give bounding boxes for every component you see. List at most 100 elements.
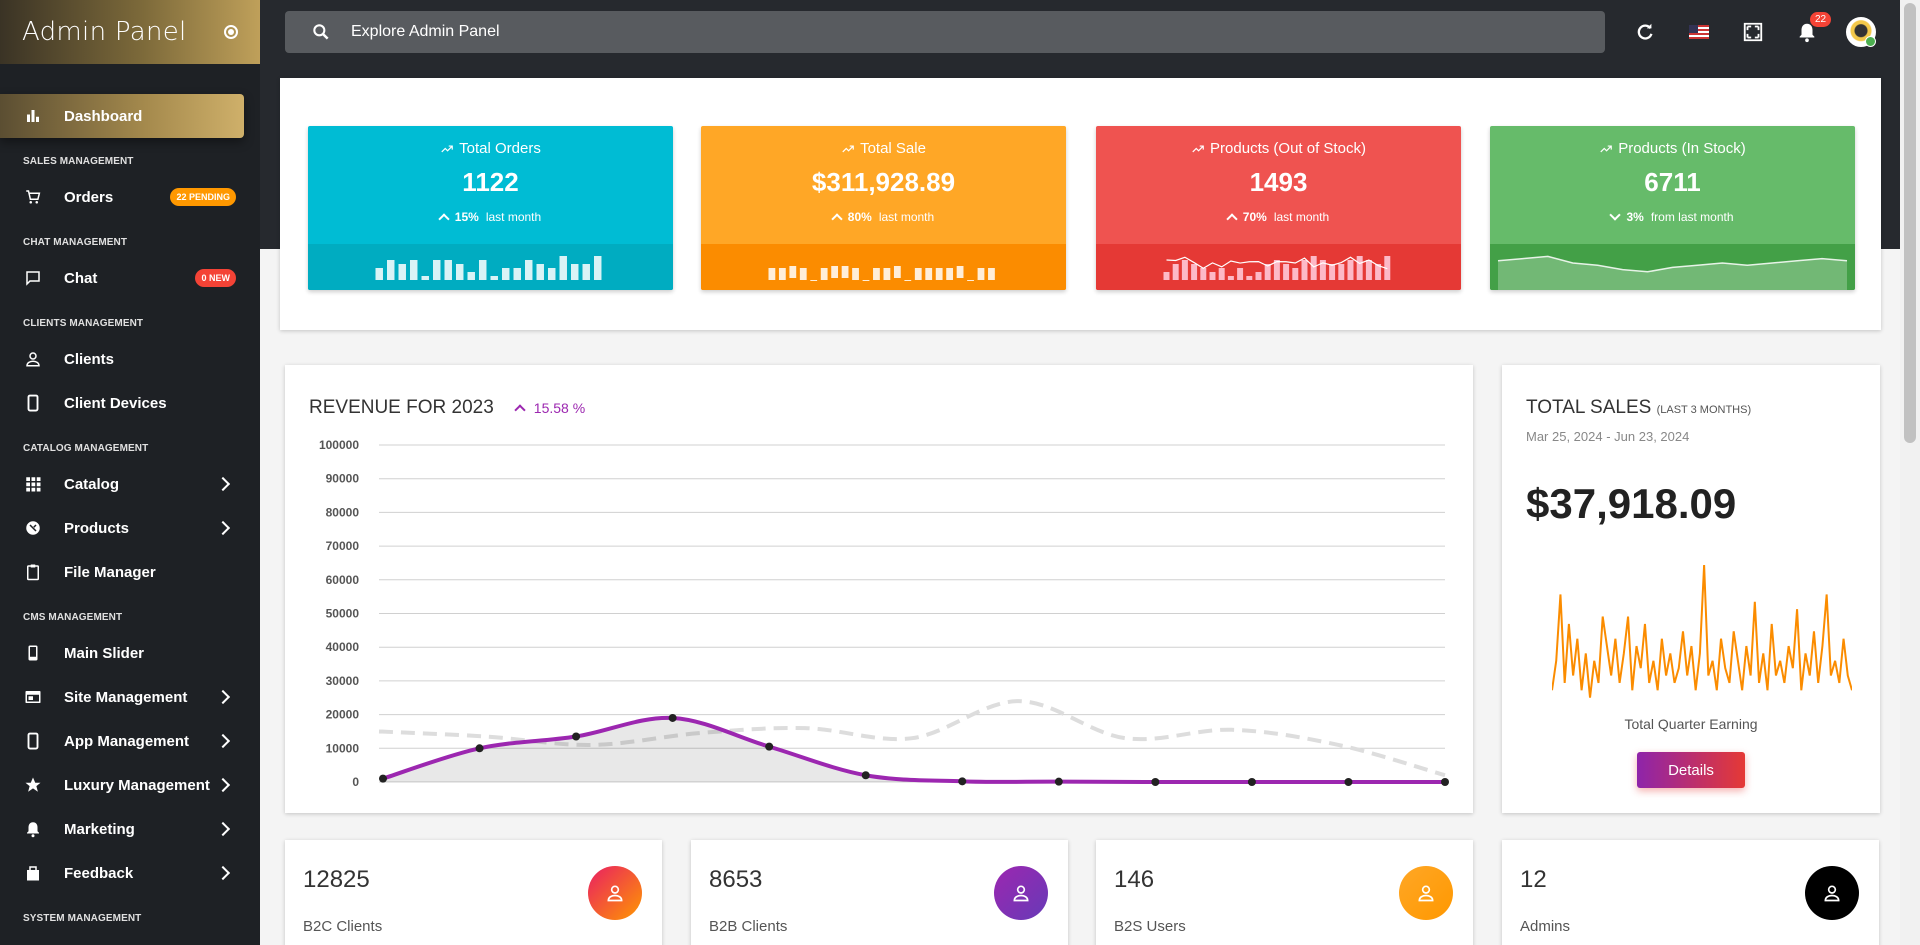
sidebar-item-dashboard[interactable]: Dashboard bbox=[0, 94, 244, 138]
sidebar-item-products[interactable]: Products bbox=[0, 506, 244, 550]
sidebar-toggle-icon[interactable] bbox=[224, 25, 238, 39]
stat-subtext: 15% last month bbox=[308, 210, 673, 225]
sidebar-item-orders[interactable]: Orders 22 PENDING bbox=[0, 175, 244, 219]
spark-bar bbox=[1172, 264, 1179, 280]
stat-value: 6711 bbox=[1644, 167, 1701, 197]
chevron-right-icon bbox=[215, 733, 231, 749]
total-sales-amount: $37,918.09 bbox=[1526, 480, 1737, 527]
spark-bar bbox=[433, 260, 441, 280]
search-icon bbox=[313, 24, 329, 40]
phone-icon bbox=[24, 394, 42, 412]
scrollbar-thumb[interactable] bbox=[1904, 3, 1916, 443]
spark-bar bbox=[1356, 256, 1363, 280]
count-card-2: 146 B2S Users bbox=[1096, 840, 1473, 945]
user-icon[interactable] bbox=[1805, 866, 1859, 920]
star-icon bbox=[24, 776, 42, 794]
us-flag-icon bbox=[1689, 25, 1709, 39]
count-card-3: 12 Admins bbox=[1502, 840, 1879, 945]
user-icon bbox=[24, 350, 42, 368]
trending-up-icon bbox=[842, 145, 854, 152]
y-tick-label: 50000 bbox=[326, 607, 360, 621]
clipboard-icon bbox=[24, 563, 42, 581]
spark-bar bbox=[398, 264, 406, 280]
stat-card-3: Products (In Stock) 6711 3% from last month bbox=[1490, 126, 1855, 290]
spark-bar bbox=[1218, 268, 1225, 280]
sidebar-item-label: Main Slider bbox=[64, 644, 145, 662]
sidebar-item-site-management[interactable]: Site Management bbox=[0, 675, 244, 719]
search-input[interactable]: Explore Admin Panel bbox=[351, 23, 500, 41]
spark-bar bbox=[571, 264, 579, 280]
stat-title: Total Orders bbox=[308, 140, 673, 157]
spark-bar bbox=[559, 256, 567, 280]
spark-bar bbox=[935, 268, 943, 280]
user-icon[interactable] bbox=[1399, 866, 1453, 920]
spark-bar bbox=[768, 268, 776, 280]
section-system: SYSTEM MANAGEMENT bbox=[23, 913, 142, 924]
data-point bbox=[1441, 778, 1449, 786]
sidebar-item-file-manager[interactable]: File Manager bbox=[0, 550, 244, 594]
stat-title: Products (In Stock) bbox=[1490, 140, 1855, 157]
spark-bar bbox=[536, 264, 544, 280]
spark-bar bbox=[1310, 256, 1317, 280]
data-point bbox=[765, 742, 774, 751]
details-button[interactable]: Details bbox=[1637, 752, 1745, 788]
user-icon[interactable] bbox=[994, 866, 1048, 920]
fullscreen-button[interactable] bbox=[1726, 0, 1780, 64]
spark-bar bbox=[1227, 276, 1234, 280]
section-chat: CHAT MANAGEMENT bbox=[23, 237, 128, 248]
sidebar-item-label: Dashboard bbox=[64, 107, 143, 125]
y-tick-label: 20000 bbox=[326, 708, 360, 722]
sidebar-item-client-devices[interactable]: Client Devices bbox=[0, 381, 244, 425]
sidebar-item-label: Site Management bbox=[64, 688, 188, 706]
profile-button[interactable] bbox=[1834, 0, 1888, 64]
browser-icon bbox=[24, 688, 42, 706]
fullscreen-icon bbox=[1743, 22, 1763, 42]
stat-title: Products (Out of Stock) bbox=[1096, 140, 1461, 157]
refresh-button[interactable] bbox=[1618, 0, 1672, 64]
notifications-button[interactable]: 22 bbox=[1780, 0, 1834, 64]
y-tick-label: 60000 bbox=[326, 573, 360, 587]
user-icon[interactable] bbox=[588, 866, 642, 920]
spark-bar bbox=[1246, 276, 1253, 280]
page-scrollbar[interactable] bbox=[1900, 0, 1920, 945]
data-point bbox=[475, 744, 484, 753]
search-bar[interactable]: Explore Admin Panel bbox=[285, 11, 1605, 53]
spark-bar bbox=[946, 268, 954, 280]
stat-sparkline bbox=[1096, 244, 1461, 290]
spark-bar bbox=[831, 266, 839, 278]
chevron-right-icon bbox=[215, 865, 231, 881]
sidebar-item-luxury-management[interactable]: Luxury Management bbox=[0, 763, 244, 807]
sidebar-item-chat[interactable]: Chat 0 NEW bbox=[0, 256, 244, 300]
sidebar-item-label: Client Devices bbox=[64, 394, 167, 412]
spark-bar bbox=[988, 268, 995, 280]
stat-sub-pct: 15% bbox=[454, 210, 479, 224]
total-sales-range: Mar 25, 2024 - Jun 23, 2024 bbox=[1526, 429, 1690, 444]
sidebar-item-label: Catalog bbox=[64, 475, 120, 493]
data-point bbox=[1344, 778, 1353, 786]
sidebar-item-marketing[interactable]: Marketing bbox=[0, 807, 244, 851]
count-label: B2C Clients bbox=[303, 918, 383, 935]
language-button[interactable] bbox=[1672, 0, 1726, 64]
spark-bar bbox=[1163, 272, 1170, 280]
phone-icon bbox=[24, 644, 42, 662]
y-tick-label: 70000 bbox=[326, 539, 360, 553]
spark-bar bbox=[525, 260, 533, 280]
stat-sub-pct: 70% bbox=[1242, 210, 1267, 224]
chevron-up-icon bbox=[438, 213, 450, 225]
sidebar-item-main-slider[interactable]: Main Slider bbox=[0, 631, 244, 675]
total-sales-caption: Total Quarter Earning bbox=[1624, 716, 1758, 732]
spark-bar bbox=[513, 268, 521, 280]
sidebar-item-app-management[interactable]: App Management bbox=[0, 719, 244, 763]
sidebar-item-clients[interactable]: Clients bbox=[0, 337, 244, 381]
spark-bar bbox=[977, 268, 985, 280]
stat-subtext: 80% last month bbox=[701, 210, 1066, 225]
spark-bar bbox=[1301, 260, 1308, 280]
spark-bar bbox=[467, 272, 475, 280]
sidebar-item-catalog[interactable]: Catalog bbox=[0, 462, 244, 506]
spark-bar bbox=[841, 266, 849, 278]
stat-sub-text: last month bbox=[1273, 210, 1330, 224]
spark-bar bbox=[479, 260, 487, 280]
revenue-card: REVENUE FOR 2023 15.58 % 100000 90000 8000… bbox=[285, 365, 1473, 813]
sidebar-item-feedback[interactable]: Feedback bbox=[0, 851, 244, 895]
data-point bbox=[668, 713, 677, 722]
